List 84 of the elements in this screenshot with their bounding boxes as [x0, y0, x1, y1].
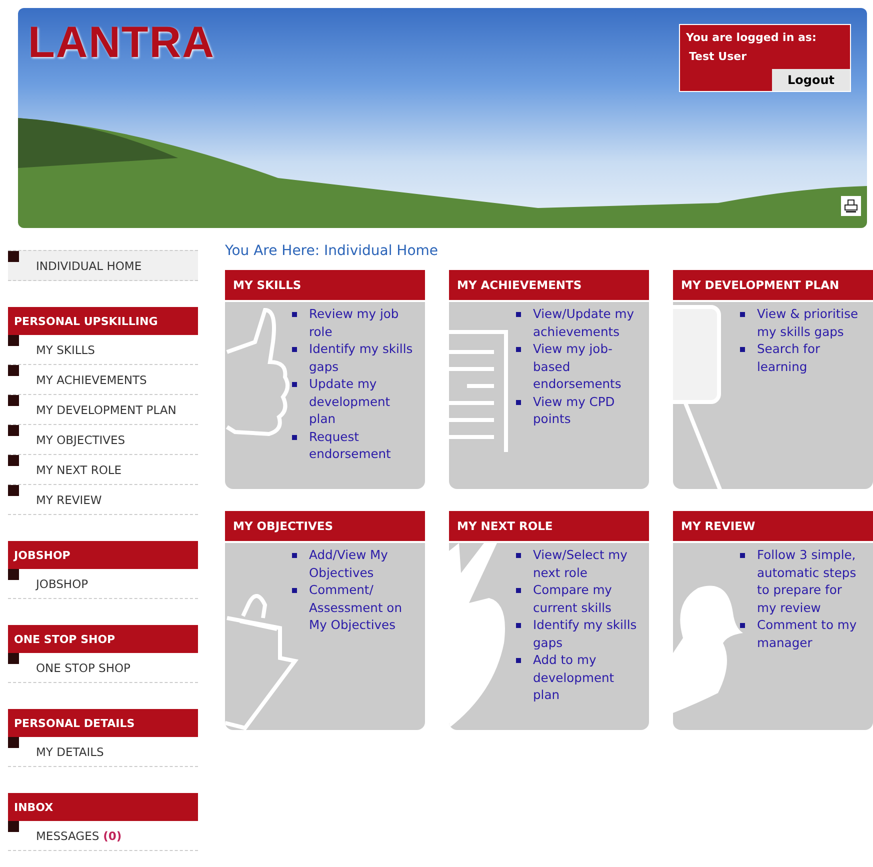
card-link[interactable]: Update my development plan [309, 376, 417, 428]
bullet-icon [740, 347, 745, 352]
bullet-icon [292, 434, 297, 440]
square-bullet-icon [8, 569, 19, 580]
card-title: MY ACHIEVEMENTS [449, 270, 649, 302]
sidebar-item-label: MESSAGES [36, 828, 100, 842]
sidebar-item[interactable]: MY OBJECTIVES [8, 425, 198, 455]
sidebar-section-header: JOBSHOP [8, 541, 198, 569]
card-title: MY SKILLS [225, 270, 425, 302]
login-caption: You are logged in as: [685, 30, 818, 44]
bullet-icon [516, 623, 521, 628]
card-link[interactable]: View my job-based endorsements [533, 341, 641, 394]
sidebar-item[interactable]: INDIVIDUAL HOME [8, 250, 198, 281]
sidebar-item-label: ONE STOP SHOP [36, 660, 130, 674]
square-bullet-icon [8, 335, 19, 346]
square-bullet-icon [8, 737, 19, 748]
square-bullet-icon [8, 653, 19, 664]
sidebar-item[interactable]: ONE STOP SHOP [8, 653, 198, 683]
sidebar-item-label: MY ACHIEVEMENTS [36, 372, 147, 386]
sidebar-item-label: MY DEVELOPMENT PLAN [36, 402, 176, 416]
bullet-icon [292, 382, 297, 387]
sidebar-item[interactable]: MY DETAILS [8, 737, 198, 767]
breadcrumb: You Are Here: Individual Home [225, 243, 440, 261]
card-link[interactable]: View/Select my next role [533, 547, 641, 582]
square-bullet-icon [8, 485, 19, 496]
user-name: Test User [688, 49, 748, 63]
card-link[interactable]: Identify my skills gaps [309, 341, 417, 376]
sidebar-item-label: MY DETAILS [36, 744, 104, 758]
card-link[interactable]: Add/View My Objectives [309, 547, 417, 582]
sidebar-item-label: MY SKILLS [36, 342, 95, 356]
card-link[interactable]: View & prioritise my skills gaps [757, 306, 865, 341]
sidebar-item-label: MY REVIEW [36, 492, 102, 506]
logo: LANTRA [28, 18, 215, 68]
print-icon[interactable] [841, 196, 861, 216]
bullet-icon [740, 623, 745, 628]
card-link[interactable]: Add to my development plan [533, 652, 641, 704]
card-title: MY OBJECTIVES [225, 511, 425, 543]
bullet-icon [740, 312, 745, 317]
sidebar-item-label: MY OBJECTIVES [36, 432, 126, 446]
bullet-icon [292, 588, 297, 593]
bullet-icon [292, 312, 297, 317]
square-bullet-icon [8, 455, 19, 466]
sidebar-section-header: PERSONAL UPSKILLING [8, 307, 198, 335]
card-title: MY NEXT ROLE [449, 511, 649, 543]
sidebar-item-label: MY NEXT ROLE [36, 462, 122, 476]
square-bullet-icon [8, 821, 19, 832]
card-link[interactable]: Search for learning [757, 341, 865, 376]
card-link[interactable]: Identify my skills gaps [533, 617, 641, 652]
message-count: (0) [103, 828, 122, 842]
card-title: MY REVIEW [673, 511, 873, 543]
sidebar-item[interactable]: MY REVIEW [8, 485, 198, 515]
sidebar-section-header: INBOX [8, 793, 198, 821]
sidebar-section-header: ONE STOP SHOP [8, 625, 198, 653]
sidebar-item[interactable]: MY SKILLS [8, 335, 198, 365]
square-bullet-icon [8, 251, 19, 262]
bullet-icon [292, 553, 297, 558]
square-bullet-icon [8, 425, 19, 436]
sidebar-item[interactable]: JOBSHOP [8, 569, 198, 599]
card-link[interactable]: Comment to my manager [757, 617, 865, 652]
logout-button[interactable]: Logout [772, 69, 850, 91]
bullet-icon [516, 553, 521, 558]
bullet-icon [516, 400, 521, 404]
square-bullet-icon [8, 365, 19, 376]
sidebar-section-header: PERSONAL DETAILS [8, 709, 198, 737]
sidebar-item[interactable]: MY DEVELOPMENT PLAN [8, 395, 198, 425]
bullet-icon [516, 312, 521, 317]
card-link[interactable]: View/Update my achievements [533, 306, 641, 341]
bullet-icon [516, 588, 521, 593]
square-bullet-icon [8, 395, 19, 406]
card-link[interactable]: Review my job role [309, 306, 417, 341]
card-link[interactable]: Compare my current skills [533, 582, 641, 617]
bullet-icon [516, 658, 521, 663]
bullet-icon [516, 347, 521, 352]
sidebar-item-label: JOBSHOP [36, 576, 88, 590]
sidebar-item[interactable]: MESSAGES (0) [8, 821, 198, 851]
bullet-icon [740, 553, 745, 558]
sidebar-item[interactable]: MY ACHIEVEMENTS [8, 365, 198, 395]
card-link[interactable]: Follow 3 simple, automatic steps to prepare for my review [757, 547, 865, 617]
sidebar-item[interactable]: MY NEXT ROLE [8, 455, 198, 485]
card-link[interactable]: View my CPD points [533, 394, 641, 428]
card-title: MY DEVELOPMENT PLAN [673, 270, 873, 302]
card-link[interactable]: Request endorsement [309, 428, 417, 464]
card-link[interactable]: Comment/ Assessment on My Objectives [309, 582, 417, 634]
bullet-icon [292, 347, 297, 352]
